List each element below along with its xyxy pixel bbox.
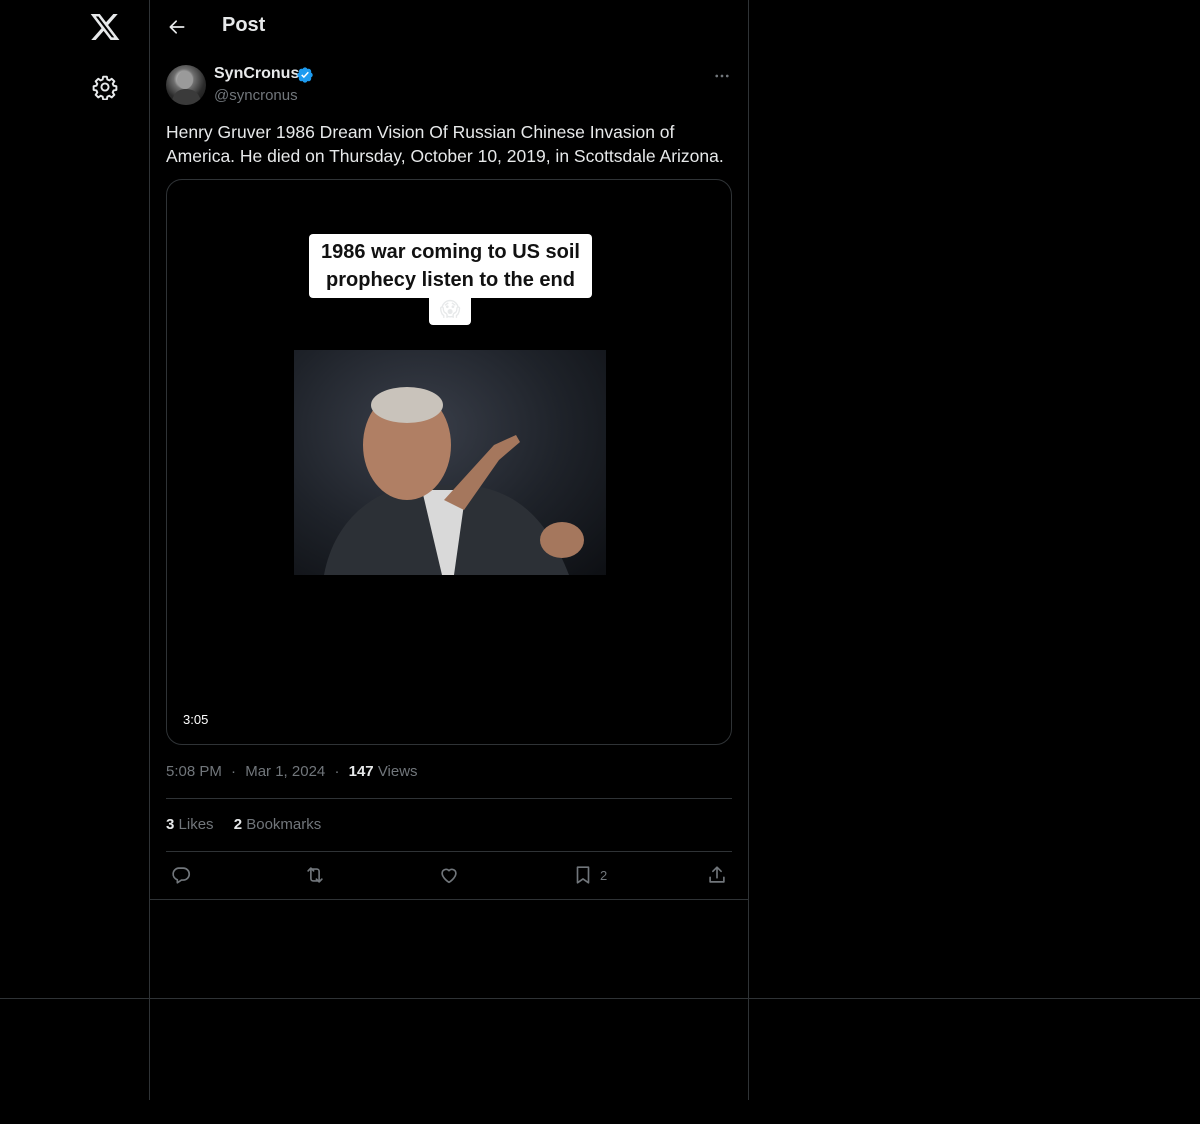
more-horizontal-icon [715, 74, 729, 78]
reply-icon [172, 867, 191, 884]
post-bottom-border [150, 899, 749, 900]
avatar[interactable] [166, 65, 206, 105]
video-caption-emoji: 😱 [429, 293, 471, 325]
page-header: Post [150, 0, 748, 54]
author-name[interactable]: SynCronus [214, 65, 299, 83]
post-actions: 2 [166, 860, 732, 890]
views-label: Views [377, 763, 418, 780]
x-logo-icon[interactable] [89, 11, 121, 43]
arrow-left-icon [169, 20, 185, 34]
video-thumbnail[interactable] [294, 350, 606, 575]
views-count: 147 [348, 763, 374, 780]
post-stats: 3 Likes 2 Bookmarks [166, 816, 321, 833]
post-date[interactable]: Mar 1, 2024 [245, 763, 325, 780]
post-text: Henry Gruver 1986 Dream Vision Of Russia… [166, 122, 724, 166]
bookmark-count: 2 [600, 867, 608, 883]
repost-button[interactable] [304, 862, 326, 888]
likes-count: 3 [166, 816, 175, 833]
reply-button[interactable] [170, 862, 192, 888]
page-title: Post [222, 14, 266, 36]
bookmarks-label: Bookmarks [246, 816, 322, 833]
share-button[interactable] [706, 862, 728, 888]
video-caption: 1986 war coming to US soil prophecy list… [309, 234, 592, 298]
meta-separator: · [231, 763, 237, 780]
post-detail-column: Post SynCronus @syncronus Henry Gruver 1… [150, 0, 749, 1100]
verified-badge-icon [296, 66, 314, 84]
post-meta: 5:08 PM · Mar 1, 2024 · 147 Views [166, 763, 418, 780]
divider [166, 798, 732, 799]
bookmark-icon [576, 866, 590, 884]
left-nav-rail [0, 0, 150, 1100]
gear-icon[interactable] [92, 74, 118, 101]
repost-icon [307, 867, 323, 883]
likes-stat[interactable]: 3 Likes [166, 816, 218, 833]
page-divider [0, 998, 1200, 999]
bookmark-button[interactable]: 2 [572, 862, 607, 888]
heart-icon [441, 868, 457, 884]
video-player[interactable]: 1986 war coming to US soil prophecy list… [166, 179, 732, 745]
bookmarks-count: 2 [233, 816, 243, 833]
share-icon [709, 866, 725, 883]
divider [166, 851, 732, 852]
video-duration: 3:05 [177, 710, 215, 729]
likes-label: Likes [178, 816, 214, 833]
post-time[interactable]: 5:08 PM [166, 763, 222, 780]
bookmarks-stat[interactable]: 2 Bookmarks [234, 816, 322, 833]
author-handle[interactable]: @syncronus [214, 87, 298, 104]
meta-separator: · [334, 763, 340, 780]
back-button[interactable] [164, 14, 190, 40]
like-button[interactable] [438, 862, 460, 888]
more-options-button[interactable] [712, 66, 732, 86]
